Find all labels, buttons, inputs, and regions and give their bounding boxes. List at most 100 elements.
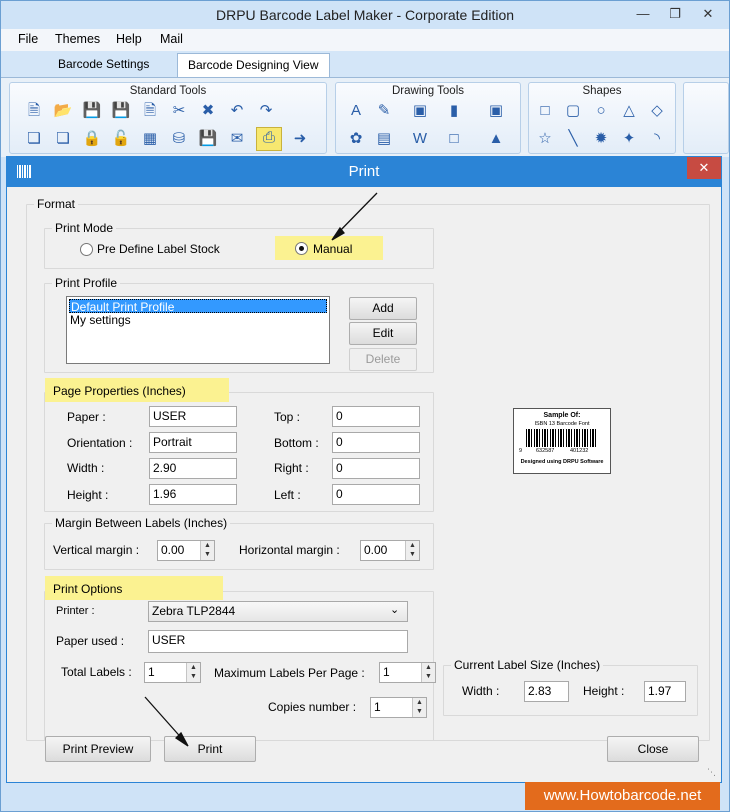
redo-icon[interactable]: ↷ — [256, 101, 276, 121]
library-icon[interactable]: ▤ — [374, 129, 394, 149]
close-button[interactable]: Close — [607, 736, 699, 762]
diamond-icon[interactable]: ◇ — [647, 101, 667, 121]
cut-icon[interactable]: ✂ — [169, 101, 189, 121]
watermark-icon[interactable]: W — [410, 129, 430, 149]
exit-icon[interactable]: ➜ — [290, 129, 310, 149]
group-more — [683, 82, 729, 154]
bottom-label: Bottom : — [274, 436, 319, 450]
profile-list[interactable]: Default Print Profile My settings — [66, 296, 330, 364]
menu-bar: File Themes Help Mail — [1, 29, 729, 51]
grid-icon[interactable]: ▦ — [140, 129, 160, 149]
triangle-icon[interactable]: △ — [619, 101, 639, 121]
undo-icon[interactable]: ↶ — [227, 101, 247, 121]
top-label: Top : — [274, 410, 301, 424]
new-icon[interactable]: 🗎 — [24, 101, 44, 121]
window-close-button[interactable]: ✕ — [693, 3, 723, 25]
tab-barcode-designing-view[interactable]: Barcode Designing View — [177, 53, 330, 77]
total-labels-label: Total Labels : — [61, 665, 132, 679]
orientation-field[interactable]: Portrait — [149, 432, 237, 453]
minimize-button[interactable]: — — [629, 3, 657, 25]
image-icon[interactable]: ▣ — [486, 101, 506, 121]
ellipse-icon[interactable]: ○ — [591, 101, 611, 121]
current-size-legend: Current Label Size (Inches) — [451, 658, 604, 672]
pen-icon[interactable]: ✎ — [374, 101, 394, 121]
copies-label: Copies number : — [268, 700, 357, 714]
chevron-down-icon[interactable]: ⌄ — [390, 603, 399, 616]
star-icon[interactable]: ☆ — [535, 129, 555, 149]
unlock-icon[interactable]: 🔓 — [111, 129, 131, 149]
line-icon[interactable]: ╲ — [563, 129, 583, 149]
group-standard-tools: Standard Tools 🗎 📂 💾 💾 🗎 ✂ ✖ ↶ ↷ ❏ ❏ 🔒 🔓… — [9, 82, 327, 154]
paper-used-label: Paper used : — [56, 634, 125, 648]
picture-icon[interactable]: ▣ — [410, 101, 430, 121]
preview-digits-b: 632587 — [536, 448, 555, 454]
image-library-icon[interactable]: ▲ — [486, 129, 506, 149]
print-button[interactable]: Print — [164, 736, 256, 762]
open-icon[interactable]: 📂 — [53, 101, 73, 121]
shape-icon[interactable]: ✿ — [346, 129, 366, 149]
current-width-field[interactable]: 2.83 — [524, 681, 569, 702]
delete-icon[interactable]: ✖ — [198, 101, 218, 121]
resize-grip-icon[interactable]: ⋱ — [707, 767, 717, 777]
manual-label[interactable]: Manual — [313, 242, 352, 256]
paper-field[interactable]: USER — [149, 406, 237, 427]
copies-spinner[interactable]: ▲ ▼ — [412, 698, 426, 717]
text-icon[interactable]: A — [346, 101, 366, 121]
horizontal-margin-spinner[interactable]: ▲ ▼ — [405, 541, 419, 560]
radio-manual[interactable] — [295, 242, 308, 255]
width-field[interactable]: 2.90 — [149, 458, 237, 479]
menu-themes[interactable]: Themes — [55, 32, 100, 46]
lock-icon[interactable]: 🔒 — [82, 129, 102, 149]
menu-file[interactable]: File — [18, 32, 38, 46]
current-width-label: Width : — [462, 684, 500, 698]
dialog-close-button[interactable]: ✕ — [687, 157, 721, 179]
delete-profile-button[interactable]: Delete — [349, 348, 417, 371]
arc-icon[interactable]: ◝ — [647, 129, 667, 149]
database-icon[interactable]: ⛁ — [169, 129, 189, 149]
preview-title: Sample Of: — [543, 412, 581, 419]
save-as-icon[interactable]: 💾 — [111, 101, 131, 121]
list-item[interactable]: My settings — [69, 313, 327, 327]
group-shapes: Shapes □ ▢ ○ △ ◇ ☆ ╲ ✹ ✦ ◝ — [528, 82, 676, 154]
menu-help[interactable]: Help — [116, 32, 142, 46]
export-icon[interactable]: 💾 — [198, 129, 218, 149]
bottom-field[interactable]: 0 — [332, 432, 420, 453]
left-field[interactable]: 0 — [332, 484, 420, 505]
group-drawing-tools: Drawing Tools A ✎ ▣ ▮ ▣ ✿ ▤ W □ ▲ — [335, 82, 521, 154]
radio-predefine-label-stock[interactable] — [80, 243, 93, 256]
paper-used-field[interactable]: USER — [148, 630, 408, 653]
restore-icon[interactable]: ❐ — [661, 3, 689, 25]
total-labels-spinner[interactable]: ▲ ▼ — [186, 663, 200, 682]
predefine-label-stock-label[interactable]: Pre Define Label Stock — [97, 242, 220, 256]
print-profile-legend: Print Profile — [52, 276, 121, 290]
add-profile-button[interactable]: Add — [349, 297, 417, 320]
print-icon[interactable]: ⎙ — [256, 127, 282, 151]
email-icon[interactable]: ✉ — [227, 129, 247, 149]
rectangle-icon[interactable]: □ — [535, 101, 555, 121]
paste-icon[interactable]: ❏ — [53, 129, 73, 149]
save-icon[interactable]: 💾 — [82, 101, 102, 121]
vertical-margin-spinner[interactable]: ▲ ▼ — [200, 541, 214, 560]
barcode-icon[interactable]: ▮ — [444, 101, 464, 121]
current-height-field[interactable]: 1.97 — [644, 681, 686, 702]
max-labels-spinner[interactable]: ▲ ▼ — [421, 663, 435, 682]
ribbon: Standard Tools 🗎 📂 💾 💾 🗎 ✂ ✖ ↶ ↷ ❏ ❏ 🔒 🔓… — [1, 77, 729, 157]
printer-select[interactable]: Zebra TLP2844 — [148, 601, 408, 622]
group-title: Drawing Tools — [391, 85, 464, 97]
tab-barcode-settings[interactable]: Barcode Settings — [48, 53, 159, 77]
paper-label: Paper : — [67, 410, 106, 424]
preview-digit-a: 9 — [519, 448, 523, 454]
right-field[interactable]: 0 — [332, 458, 420, 479]
menu-mail[interactable]: Mail — [160, 32, 183, 46]
edit-profile-button[interactable]: Edit — [349, 322, 417, 345]
document-icon[interactable]: 🗎 — [140, 101, 160, 121]
burst-icon[interactable]: ✹ — [591, 129, 611, 149]
top-field[interactable]: 0 — [332, 406, 420, 427]
rounded-rectangle-icon[interactable]: ▢ — [563, 101, 583, 121]
select-icon[interactable]: □ — [444, 129, 464, 149]
copy-icon[interactable]: ❏ — [24, 129, 44, 149]
print-preview-button[interactable]: Print Preview — [45, 736, 151, 762]
height-field[interactable]: 1.96 — [149, 484, 237, 505]
four-point-star-icon[interactable]: ✦ — [619, 129, 639, 149]
list-item[interactable]: Default Print Profile — [69, 299, 327, 314]
